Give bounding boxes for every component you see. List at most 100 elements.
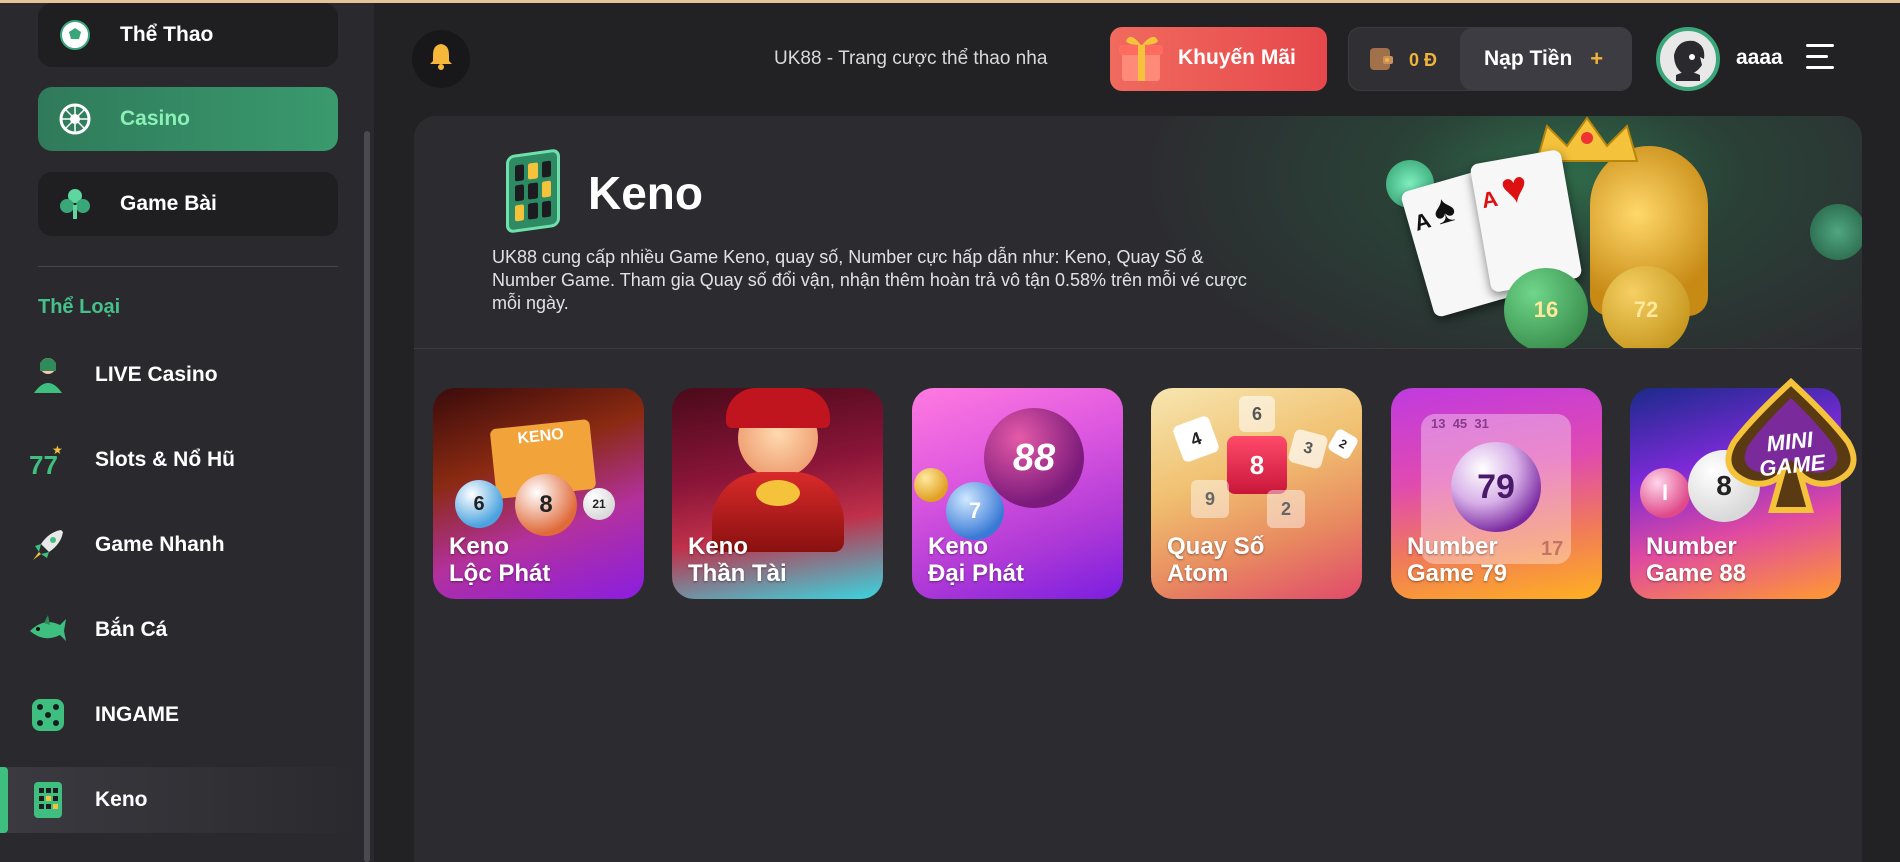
ball-number: 6 <box>473 492 485 515</box>
sidebar-category-label: Game Bài <box>120 192 217 215</box>
game-tile-title-line: Number <box>1407 533 1498 560</box>
game-tile-title: Number Game 79 <box>1407 533 1507 587</box>
ball-number: 79 <box>1477 467 1515 506</box>
lottery-ball: 21 <box>583 488 615 520</box>
avatar[interactable] <box>1656 27 1720 91</box>
live-dealer-icon <box>28 355 68 395</box>
ball-number: 8 <box>539 491 553 518</box>
sidebar-category-label: Thể Thao <box>120 23 214 46</box>
heart-icon: ♥ <box>1497 161 1532 215</box>
lottery-ball: I <box>1640 468 1690 518</box>
sidebar-section-title: Thể Loại <box>38 296 121 318</box>
gold-ingot-art <box>756 480 800 506</box>
game-tile-keno-dai-phat[interactable]: 88 7 Keno Đại Phát <box>912 388 1123 599</box>
game-tile-title-line: Đại Phát <box>928 560 1025 587</box>
block-number: 2 <box>1280 498 1291 519</box>
game-tile-title-line: Quay Số <box>1167 533 1265 560</box>
ball-number: 21 <box>592 497 606 511</box>
sidebar-item-label: Game Nhanh <box>95 533 225 556</box>
number-block: 2 <box>1267 490 1305 528</box>
notification-bell-button[interactable] <box>412 30 470 88</box>
wallet-icon <box>1367 42 1395 79</box>
game-tile-keno-loc-phat[interactable]: KENO 6 8 21 Keno Lộc Phát <box>433 388 644 599</box>
game-tile-title-line: Keno <box>449 533 509 560</box>
rocket-icon <box>28 525 68 565</box>
svg-text:★: ★ <box>52 443 63 457</box>
game-tile-keno-than-tai[interactable]: Keno Thần Tài <box>672 388 883 599</box>
mini-game-floating-button[interactable]: MINI GAME <box>1722 378 1860 528</box>
hamburger-menu-button[interactable] <box>1806 44 1834 70</box>
number-block: 4 <box>1171 414 1221 464</box>
game-tile-title: Keno Thần Tài <box>688 533 787 587</box>
hero-illustration: A ♠ A ♥ 16 72 <box>1380 116 1862 348</box>
card-number: 45 <box>1452 416 1468 431</box>
lottery-ball: 7 <box>946 482 1004 540</box>
bingo-card-number: 17 <box>1541 538 1563 561</box>
sidebar-item-label: Keno <box>95 788 148 811</box>
game-tile-quay-so-atom[interactable]: 6 4 8 3 2 9 2 Quay Số Atom <box>1151 388 1362 599</box>
hat-art <box>726 388 830 428</box>
sidebar-category-card-games[interactable]: Game Bài <box>38 172 338 236</box>
sidebar-category-sports[interactable]: Thể Thao <box>38 3 338 67</box>
bingo-ball: 16 <box>1504 268 1588 348</box>
game-tile-title-line: Atom <box>1167 560 1229 587</box>
chip-icon <box>1810 204 1862 260</box>
sidebar-category-label: Casino <box>120 107 191 130</box>
card-rank: A <box>1479 185 1499 214</box>
shark-icon <box>28 610 68 650</box>
number-block: 8 <box>1227 436 1287 494</box>
game-tile-title: Keno Đại Phát <box>928 533 1024 587</box>
block-number: 6 <box>1251 403 1262 424</box>
block-number: 8 <box>1249 449 1265 480</box>
club-card-icon <box>58 187 92 221</box>
sidebar-divider <box>38 266 338 267</box>
sidebar-item-label: Bắn Cá <box>95 618 168 641</box>
game-tile-title-line: Keno <box>928 533 988 560</box>
soccer-ball-icon <box>58 18 92 52</box>
block-number: 2 <box>1336 436 1350 452</box>
announcement-marquee: UK88 - Trang cược thể thao nha <box>774 48 1048 69</box>
sidebar-item-label: LIVE Casino <box>95 363 218 386</box>
keno-ticket-icon <box>28 780 68 820</box>
game-tile-number-game-79[interactable]: 13 45 31 79 17 Number Game 79 <box>1391 388 1602 599</box>
game-tile-title-line: Game 88 <box>1646 560 1747 587</box>
menu-icon-bar <box>1806 66 1834 69</box>
game-tile-title: Number Game 88 <box>1646 533 1746 587</box>
ball-number: 88 <box>1012 436 1056 479</box>
sidebar-item-live-casino[interactable]: LIVE Casino <box>0 342 364 408</box>
sidebar-item-label: INGAME <box>95 703 179 726</box>
sidebar-item-fishing[interactable]: Bắn Cá <box>0 597 364 663</box>
mini-game-label: MINI GAME <box>1746 426 1837 483</box>
menu-icon-bar <box>1806 55 1828 58</box>
number-block: 9 <box>1191 480 1229 518</box>
sidebar-item-slots[interactable]: 77 ★ Slots & Nổ Hũ <box>0 427 364 493</box>
slot-777-icon: 77 ★ <box>28 440 68 480</box>
game-tile-title: Quay Số Atom <box>1167 533 1264 587</box>
bingo-ball-number: 16 <box>1533 297 1559 322</box>
user-avatar-icon <box>1674 40 1705 81</box>
sidebar-scrollbar[interactable] <box>364 131 370 862</box>
gift-icon <box>1114 29 1172 98</box>
lottery-ball: 6 <box>455 480 503 528</box>
number-block: 3 <box>1287 428 1329 470</box>
block-number: 9 <box>1204 488 1215 509</box>
lottery-ball <box>914 468 948 502</box>
promotions-button[interactable]: Khuyến Mãi <box>1110 27 1327 91</box>
username[interactable]: aaaa <box>1736 46 1783 70</box>
page-title: Keno <box>588 167 703 219</box>
deposit-button[interactable]: Nạp Tiền + <box>1460 28 1632 90</box>
deposit-label: Nạp Tiền <box>1484 47 1573 70</box>
sidebar: Thể Thao Casino Game Bài Thể Loại LIVE C… <box>0 3 374 862</box>
page-description: UK88 cung cấp nhiều Game Keno, quay số, … <box>492 247 1247 313</box>
lottery-ball: 88 <box>984 408 1084 508</box>
spade-icon: ♠ <box>1427 185 1461 234</box>
sidebar-category-casino[interactable]: Casino <box>38 87 338 151</box>
ball-number: I <box>1661 480 1669 505</box>
ball-number: 7 <box>968 498 982 523</box>
sidebar-item-ingame[interactable]: INGAME <box>0 682 364 748</box>
game-tile-title-line: Lộc Phát <box>449 560 551 587</box>
card-rank: A <box>1411 207 1433 236</box>
sidebar-item-keno[interactable]: Keno <box>0 767 364 833</box>
card-number: 13 <box>1431 416 1446 431</box>
sidebar-item-quick-games[interactable]: Game Nhanh <box>0 512 364 578</box>
